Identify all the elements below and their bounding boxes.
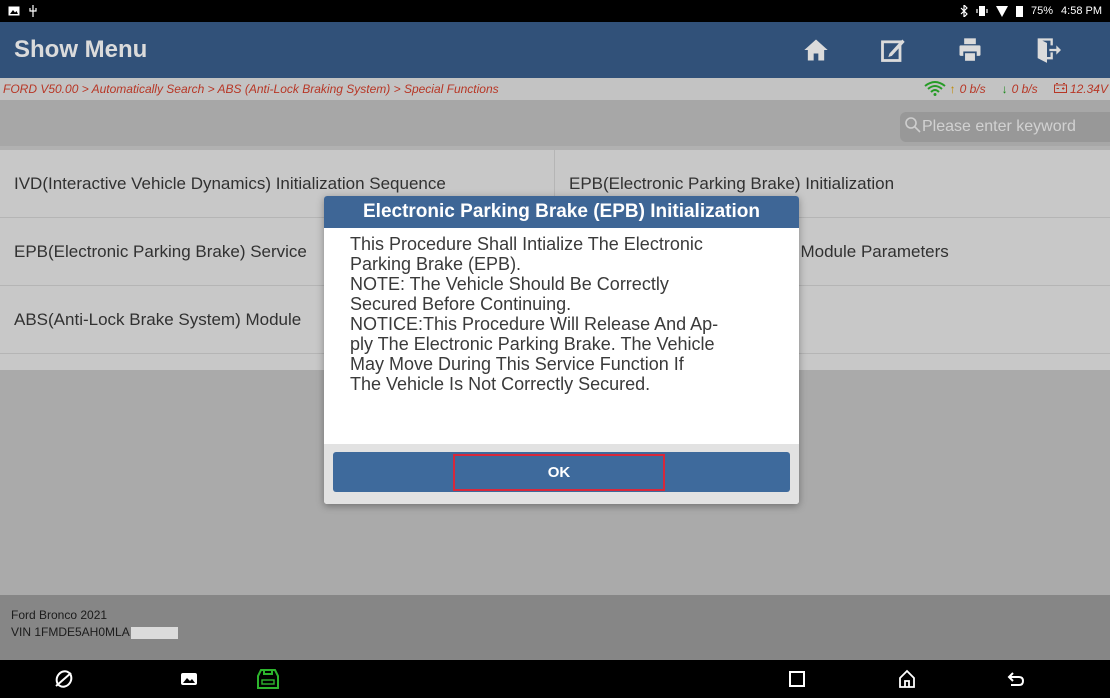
dialog-line: Parking Brake (EPB). [350, 254, 522, 274]
dialog-line: May Move During This Service Function If [350, 354, 684, 374]
vibrate-icon [976, 5, 988, 17]
image-icon [8, 6, 20, 16]
dialog-line: NOTICE:This Procedure Will Release And A… [350, 314, 719, 334]
epb-init-dialog: Electronic Parking Brake (EPB) Initializ… [324, 196, 799, 504]
bluetooth-icon [960, 5, 968, 17]
status-bar: 75% 4:58 PM [0, 0, 1110, 22]
wifi-icon [996, 5, 1008, 17]
ok-button[interactable]: OK [333, 452, 790, 492]
clock: 4:58 PM [1061, 5, 1102, 17]
gallery-icon[interactable] [177, 668, 201, 690]
dialog-line: The Vehicle Is Not Correctly Secured. [350, 374, 651, 394]
dialog-footer: OK [324, 444, 799, 504]
battery-level: 75% [1031, 5, 1054, 17]
battery-icon [1016, 5, 1023, 17]
browser-icon[interactable] [52, 668, 76, 690]
usb-icon [28, 5, 38, 17]
vci-icon[interactable] [256, 668, 280, 690]
dialog-line: ply The Electronic Parking Brake. The Ve… [350, 334, 715, 354]
recents-icon[interactable] [785, 668, 809, 690]
home-nav-icon[interactable] [895, 668, 919, 690]
ok-button-label: OK [453, 454, 665, 491]
back-icon[interactable] [1004, 668, 1028, 690]
dialog-message: This Procedure Shall Intialize The Elect… [324, 228, 799, 442]
dialog-title: Electronic Parking Brake (EPB) Initializ… [324, 196, 799, 228]
system-nav-bar [0, 660, 1110, 698]
dialog-line: Secured Before Continuing. [350, 294, 572, 314]
dialog-line: NOTE: The Vehicle Should Be Correctly [350, 274, 669, 294]
dialog-line: This Procedure Shall Intialize The Elect… [350, 234, 703, 254]
